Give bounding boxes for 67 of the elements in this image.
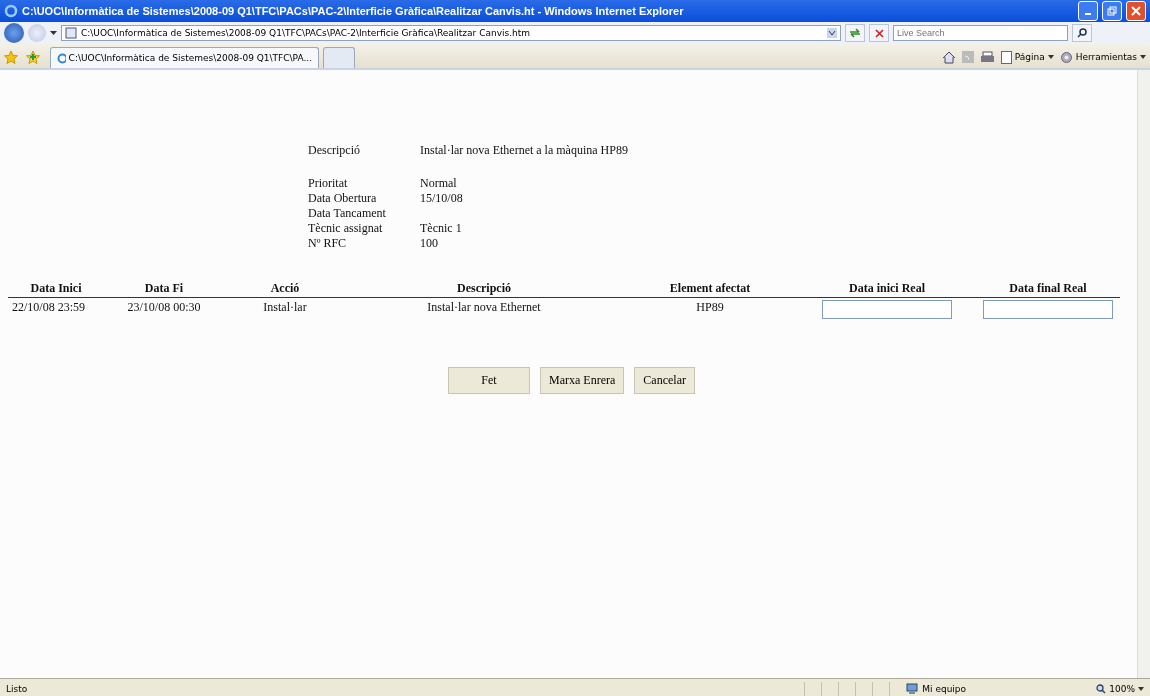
- page-menu[interactable]: Página: [1000, 50, 1054, 64]
- column-header: Data inici Real: [798, 281, 976, 298]
- add-favorite-icon[interactable]: [26, 50, 40, 64]
- field-label: Prioritat: [308, 176, 349, 191]
- field-value: 100: [420, 236, 439, 251]
- column-header: Element afectat: [622, 281, 798, 298]
- home-icon[interactable]: [941, 50, 956, 64]
- zoom-control[interactable]: 100%: [1096, 684, 1144, 694]
- field-label: Tècnic assignat: [308, 221, 384, 236]
- caret-icon: [1140, 55, 1146, 59]
- table-cell: HP89: [696, 300, 724, 314]
- scrollbar[interactable]: [1137, 70, 1150, 678]
- search-button[interactable]: [1072, 24, 1092, 42]
- address-field[interactable]: C:\UOC\Informàtica de Sistemes\2008-09 Q1\TFC\PACs\PAC-2\Interficie Gràfica\Realitzar Canvis.htm: [61, 25, 841, 41]
- column-header: Data Fi: [104, 281, 224, 298]
- date-input[interactable]: [983, 300, 1113, 319]
- table-cell: 22/10/08 23:59: [12, 300, 85, 314]
- caret-icon: [1047, 55, 1054, 59]
- table-cell: Instal·lar nova Ethernet: [427, 300, 541, 314]
- field-label: Data Obertura: [308, 191, 378, 206]
- computer-icon: [906, 683, 919, 695]
- page-icon: [1000, 50, 1012, 64]
- done-button[interactable]: Fet: [448, 367, 531, 394]
- stop-button[interactable]: [869, 24, 889, 42]
- back-button[interactable]: [4, 23, 24, 43]
- browser-icon: [4, 4, 18, 18]
- status-text: Listo: [6, 684, 28, 694]
- column-header: Data final Real: [976, 281, 1120, 298]
- back-button[interactable]: Marxa Enrera: [540, 367, 625, 394]
- date-input[interactable]: [822, 300, 952, 319]
- search-icon: [1077, 28, 1087, 38]
- field-value: Instal·lar nova Ethernet a la màquina HP89: [420, 143, 629, 158]
- restore-icon: [1107, 6, 1117, 16]
- dropdown-icon[interactable]: [50, 31, 57, 35]
- caret-icon: [1138, 687, 1144, 691]
- dropdown-icon[interactable]: [827, 28, 837, 38]
- close-button[interactable]: [1126, 1, 1146, 21]
- browser-icon: [57, 52, 66, 64]
- column-header: Acció: [224, 281, 346, 298]
- refresh-icon: [849, 28, 861, 38]
- zone-text: Mi equipo: [922, 684, 968, 694]
- table-cell: Instal·lar: [263, 300, 307, 314]
- search-field[interactable]: Live Search: [893, 25, 1068, 41]
- table-cell: 23/10/08 00:30: [127, 300, 201, 314]
- refresh-button[interactable]: [845, 24, 865, 42]
- field-label: Nº RFC: [308, 236, 348, 251]
- stop-icon: [874, 28, 884, 38]
- star-icon[interactable]: [4, 50, 18, 64]
- cancel-button[interactable]: Cancelar: [634, 367, 695, 394]
- new-tab-button[interactable]: [323, 47, 355, 68]
- close-icon: [1131, 6, 1141, 16]
- field-value: 15/10/08: [420, 191, 464, 206]
- browser-tab[interactable]: C:\UOC\Informàtica de Sistemes\2008-09 Q1\TFC\PA...: [50, 47, 319, 68]
- field-label: Data Tancament: [308, 206, 387, 221]
- page-icon: [65, 27, 77, 39]
- window-title: C:\UOC\Informàtica de Sistemes\2008-09 Q1\TFC\PACs\PAC-2\Interficie Gràfica\Realitzar Canvis.ht - Windows Internet Explorer: [22, 5, 685, 17]
- minimize-button[interactable]: [1078, 1, 1098, 21]
- printer-icon[interactable]: [979, 50, 995, 64]
- restore-button[interactable]: [1102, 1, 1122, 21]
- field-value: Normal: [420, 176, 458, 191]
- field-label: Descripció: [308, 143, 361, 158]
- field-value: Tècnic 1: [420, 221, 463, 236]
- zoom-icon: [1096, 684, 1107, 694]
- column-header: Descripció: [346, 281, 622, 298]
- column-header: Data Inici: [8, 281, 104, 298]
- gear-icon: [1059, 50, 1073, 64]
- tools-menu[interactable]: Herramientas: [1059, 50, 1146, 64]
